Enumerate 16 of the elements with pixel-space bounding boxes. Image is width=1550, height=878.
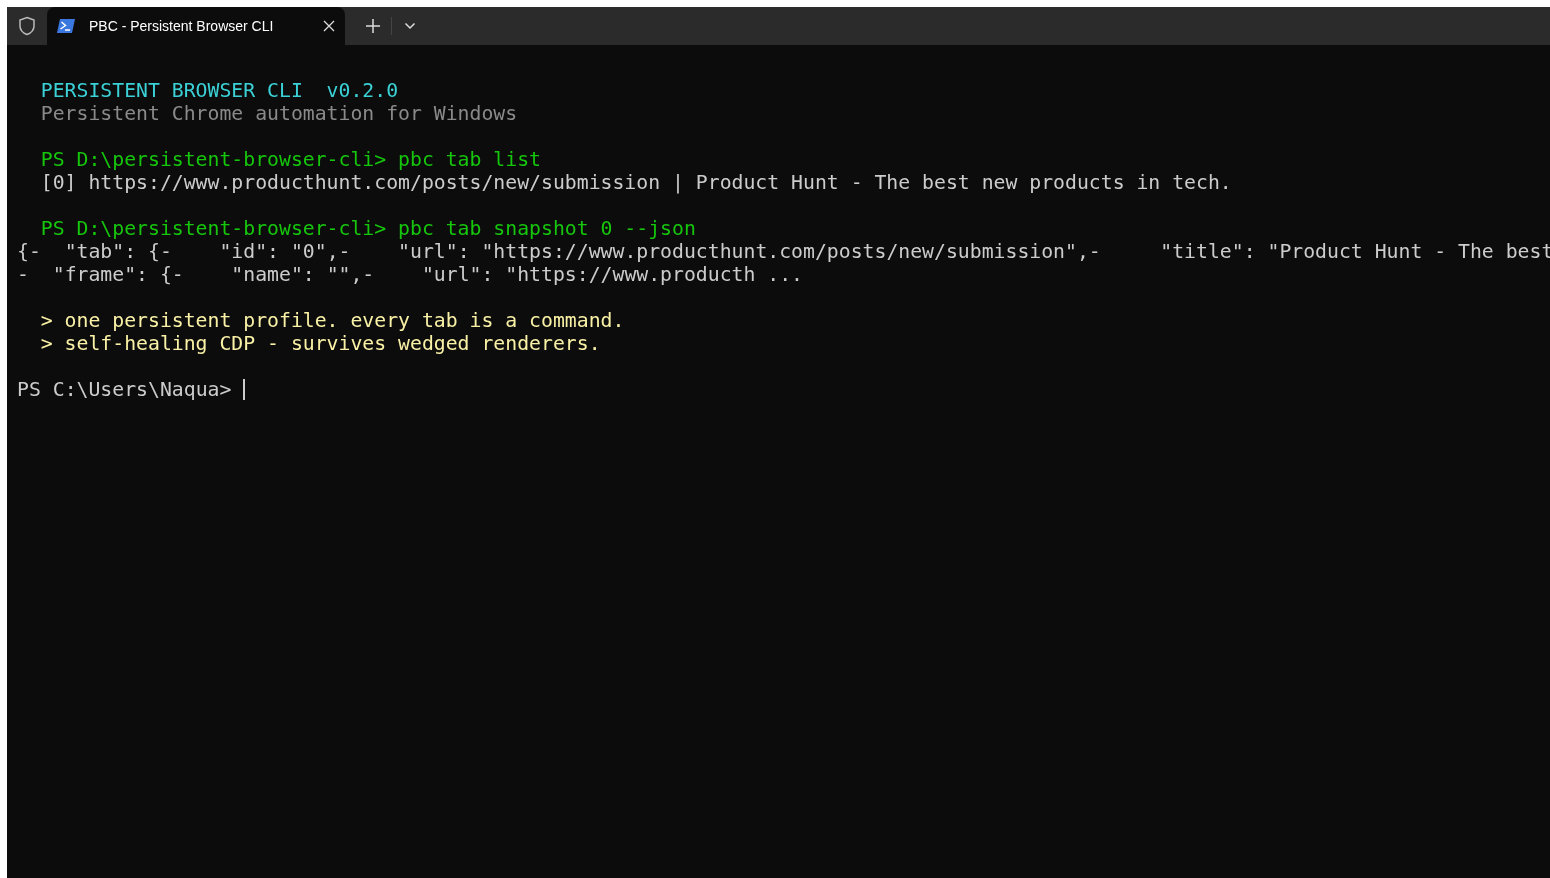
caret-icon (404, 22, 416, 30)
terminal-line: Persistent Chrome automation for Windows (40, 102, 518, 125)
terminal-icon (57, 18, 75, 34)
terminal-line: PS D:\persistent-browser-cli> pbc tab snapshot 0 --json (40, 217, 696, 240)
plus-icon (366, 19, 380, 33)
terminal-line: > one persistent profile. every tab is a command. (40, 309, 625, 332)
terminal-tab[interactable]: PBC - Persistent Browser CLI (47, 7, 345, 45)
terminal-line: > self-healing CDP - survives wedged renderers. (40, 332, 601, 355)
shield-icon (18, 16, 36, 36)
terminal-line: - "frame": {- "name": "",- "url": "https://www.producth ... (17, 263, 803, 286)
text-cursor (243, 379, 246, 400)
terminal-line: PS D:\persistent-browser-cli> pbc tab list (40, 148, 541, 171)
prompt-line: PS C:\Users\Naqua> (17, 378, 233, 401)
terminal-line: PERSISTENT BROWSER CLI v0.2.0 (40, 79, 399, 102)
close-icon[interactable] (323, 20, 335, 32)
terminal-line: [0] https://www.producthunt.com/posts/new/submission | Product Hunt - The best new products in tech. (40, 171, 1232, 194)
